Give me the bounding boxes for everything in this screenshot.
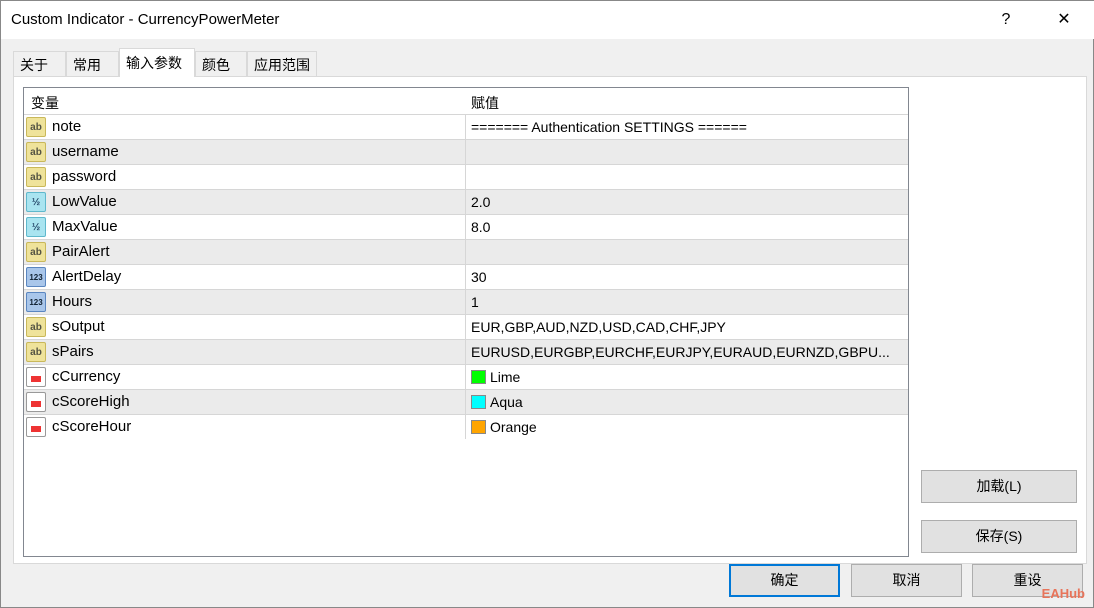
help-button[interactable]: ?	[991, 7, 1021, 33]
table-row[interactable]: 123 AlertDelay 30	[24, 264, 908, 289]
tab-common[interactable]: 常用	[66, 51, 119, 76]
color-swatch	[471, 420, 486, 434]
table-row[interactable]: ab username	[24, 139, 908, 164]
param-name: LowValue	[52, 193, 117, 210]
table-row[interactable]: 123 Hours 1	[24, 289, 908, 314]
dbl-type-icon: ½	[26, 192, 46, 212]
ab-type-icon: ab	[26, 242, 46, 262]
param-value-text: EUR,GBP,AUD,NZD,USD,CAD,CHF,JPY	[471, 319, 726, 335]
table-row[interactable]: ab sPairs EURUSD,EURGBP,EURCHF,EURJPY,EU…	[24, 339, 908, 364]
param-value-text: EURUSD,EURGBP,EURCHF,EURJPY,EURAUD,EURNZ…	[471, 344, 890, 360]
dbl-type-icon: ½	[26, 217, 46, 237]
param-value[interactable]: 8.0	[465, 215, 908, 239]
param-name: password	[52, 168, 117, 185]
window-title: Custom Indicator - CurrencyPowerMeter	[11, 11, 280, 28]
close-button[interactable]: ✕	[1049, 7, 1079, 33]
param-value[interactable]: Orange	[465, 415, 908, 439]
param-value[interactable]: 30	[465, 265, 908, 289]
cancel-button[interactable]: 取消	[851, 564, 962, 597]
col-type-icon	[26, 392, 46, 412]
param-value[interactable]	[465, 165, 908, 189]
col-type-icon	[26, 367, 46, 387]
color-swatch	[471, 395, 486, 409]
param-value[interactable]: 2.0	[465, 190, 908, 214]
param-value[interactable]: ======= Authentication SETTINGS ======	[465, 115, 908, 139]
tab-visualization[interactable]: 应用范围	[247, 51, 317, 76]
param-name: sPairs	[52, 343, 94, 360]
param-name: Hours	[52, 293, 93, 310]
table-header: 变量 赋值	[24, 88, 908, 114]
ok-button[interactable]: 确定	[729, 564, 840, 597]
param-name: cScoreHigh	[52, 393, 130, 410]
param-name: cCurrency	[52, 368, 121, 385]
ab-type-icon: ab	[26, 342, 46, 362]
load-button[interactable]: 加载(L)	[921, 470, 1077, 503]
table-row[interactable]: ab note ======= Authentication SETTINGS …	[24, 114, 908, 139]
watermark-logo: EAHub	[1041, 586, 1085, 601]
param-value-text: 1	[471, 294, 479, 310]
table-row[interactable]: ½ MaxValue 8.0	[24, 214, 908, 239]
param-value-text: Orange	[490, 419, 537, 435]
tab-about[interactable]: 关于	[13, 51, 66, 76]
param-value-text: Lime	[490, 369, 521, 385]
header-variable[interactable]: 变量	[31, 93, 59, 113]
param-value[interactable]: Lime	[465, 365, 908, 389]
int-type-icon: 123	[26, 267, 46, 287]
param-name: username	[52, 143, 119, 160]
param-value-text: Aqua	[490, 394, 523, 410]
param-value[interactable]: EURUSD,EURGBP,EURCHF,EURJPY,EURAUD,EURNZ…	[465, 340, 908, 364]
col-type-icon	[26, 417, 46, 437]
param-name: PairAlert	[52, 243, 110, 260]
ab-type-icon: ab	[26, 142, 46, 162]
title-bar: Custom Indicator - CurrencyPowerMeter ? …	[1, 1, 1094, 39]
table-row[interactable]: ab sOutput EUR,GBP,AUD,NZD,USD,CAD,CHF,J…	[24, 314, 908, 339]
param-name: MaxValue	[52, 218, 118, 235]
table-row[interactable]: cCurrency Lime	[24, 364, 908, 389]
param-value-text: 2.0	[471, 194, 491, 210]
ab-type-icon: ab	[26, 167, 46, 187]
color-swatch	[471, 370, 486, 384]
param-name: sOutput	[52, 318, 105, 335]
param-value-text: 8.0	[471, 219, 491, 235]
param-value[interactable]: EUR,GBP,AUD,NZD,USD,CAD,CHF,JPY	[465, 315, 908, 339]
param-name: AlertDelay	[52, 268, 122, 285]
table-row[interactable]: cScoreHigh Aqua	[24, 389, 908, 414]
tab-inputs[interactable]: 输入参数	[119, 48, 195, 77]
table-row[interactable]: ½ LowValue 2.0	[24, 189, 908, 214]
param-value[interactable]	[465, 240, 908, 264]
param-name: cScoreHour	[52, 418, 132, 435]
header-value[interactable]: 赋值	[471, 93, 499, 113]
param-value[interactable]: Aqua	[465, 390, 908, 414]
table-row[interactable]: ab password	[24, 164, 908, 189]
parameters-table: 变量 赋值 ab note ======= Authentication SET…	[23, 87, 909, 557]
param-name: note	[52, 118, 82, 135]
ab-type-icon: ab	[26, 317, 46, 337]
ab-type-icon: ab	[26, 117, 46, 137]
param-value-text: ======= Authentication SETTINGS ======	[471, 119, 747, 135]
tab-colors[interactable]: 颜色	[195, 51, 247, 76]
table-row[interactable]: cScoreHour Orange	[24, 414, 908, 439]
int-type-icon: 123	[26, 292, 46, 312]
param-value[interactable]	[465, 140, 908, 164]
save-button[interactable]: 保存(S)	[921, 520, 1077, 553]
table-row[interactable]: ab PairAlert	[24, 239, 908, 264]
param-value-text: 30	[471, 269, 487, 285]
param-value[interactable]: 1	[465, 290, 908, 314]
